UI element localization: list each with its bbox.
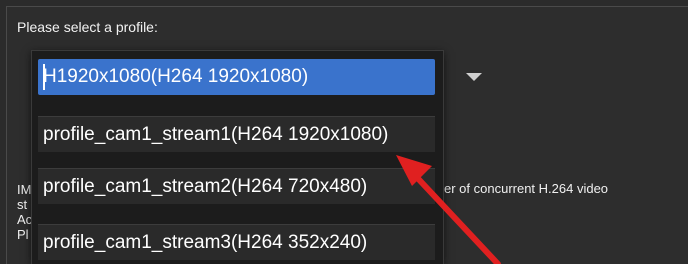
red-arrow-icon bbox=[396, 155, 501, 264]
